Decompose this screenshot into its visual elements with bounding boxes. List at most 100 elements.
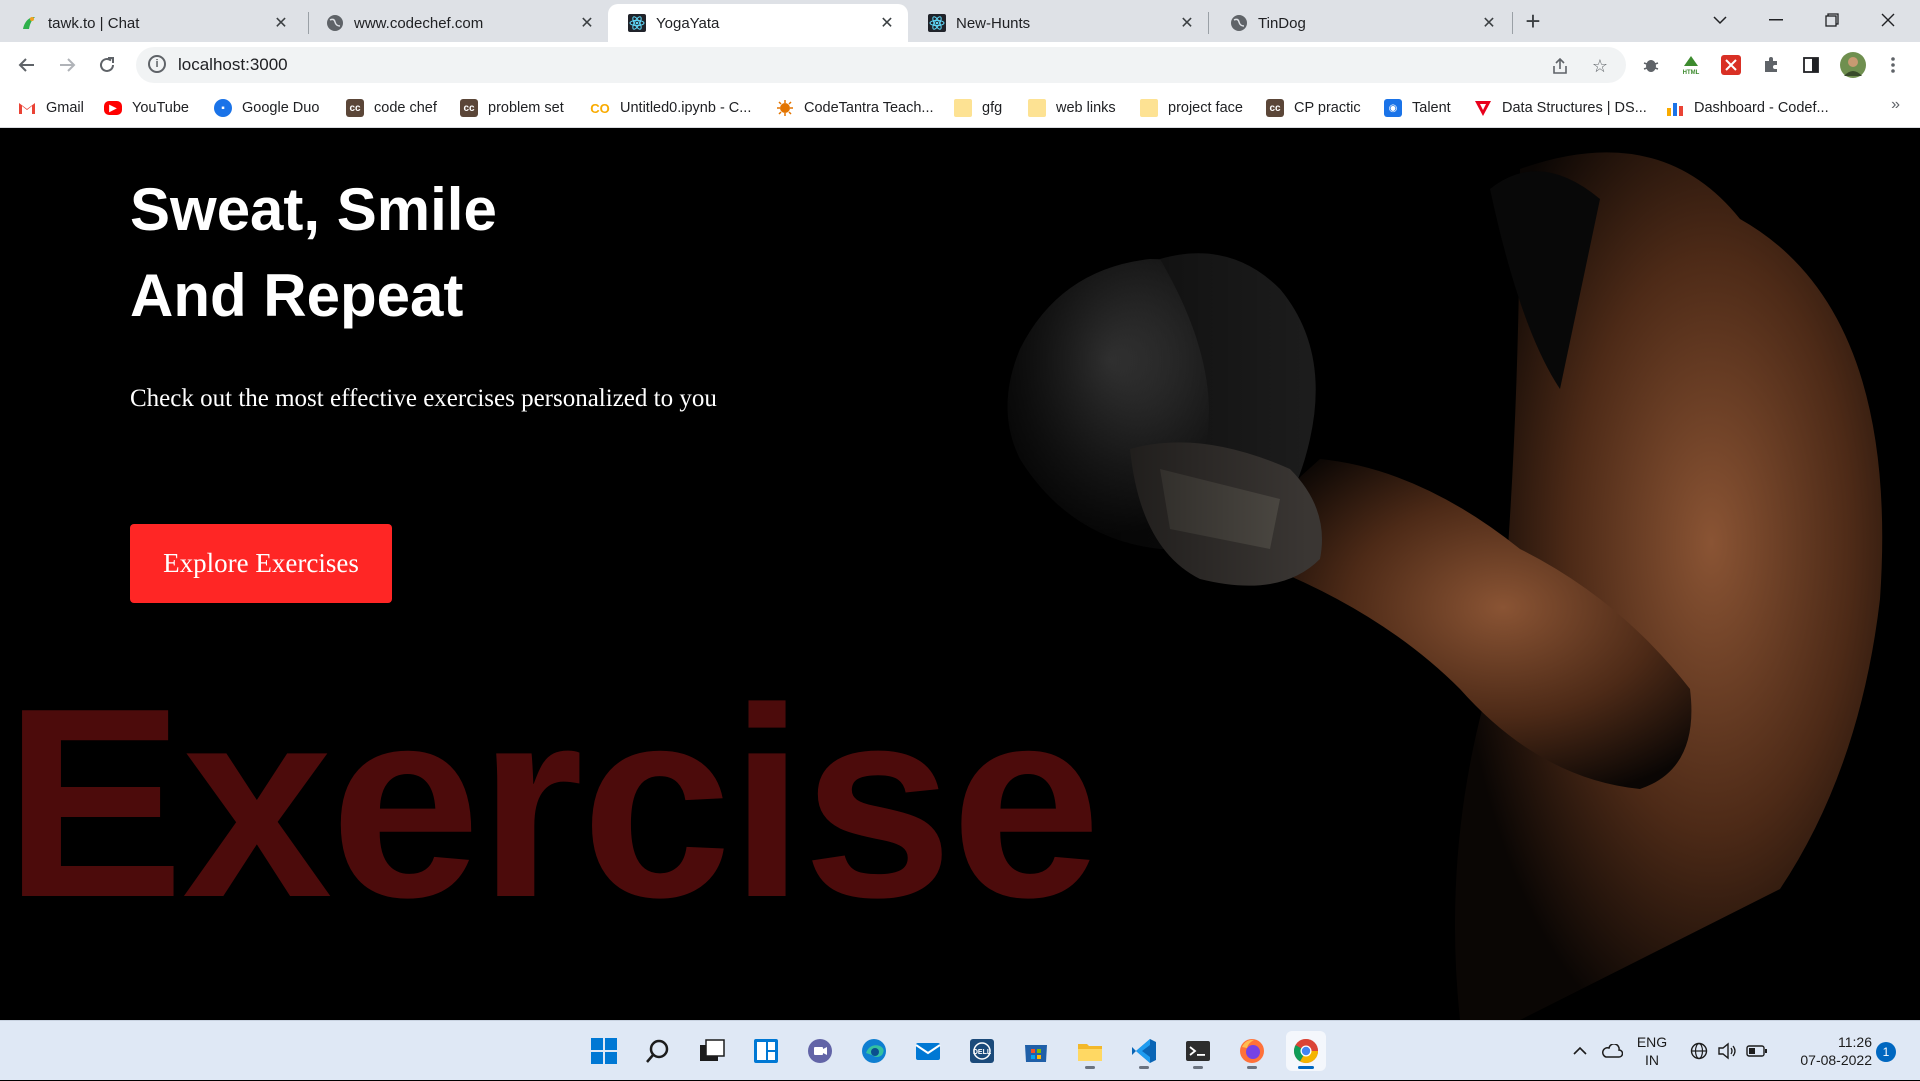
active-indicator	[1298, 1066, 1314, 1069]
bookmark-folder-web-links[interactable]: web links	[1028, 96, 1116, 120]
bookmark-youtube[interactable]: ▶ YouTube	[104, 96, 189, 120]
bookmark-label: project face	[1168, 100, 1243, 116]
file-explorer-icon[interactable]	[1070, 1031, 1110, 1071]
close-window-button[interactable]	[1860, 0, 1916, 40]
bookmark-label: Google Duo	[242, 100, 320, 116]
react-icon	[928, 14, 946, 32]
duo-icon: ▪	[214, 99, 232, 117]
codechef-icon: cc	[460, 99, 478, 117]
bookmark-star-icon[interactable]: ☆	[1588, 54, 1612, 78]
tab-tindog[interactable]: TinDog ✕	[1210, 4, 1510, 42]
colab-icon: CO	[590, 100, 610, 116]
close-icon[interactable]: ✕	[576, 12, 598, 34]
close-icon[interactable]: ✕	[1478, 12, 1500, 34]
show-hidden-icons-chevron-icon[interactable]	[1568, 1021, 1592, 1081]
clock[interactable]: 11:26 07-08-2022	[1778, 1033, 1872, 1069]
lang-region: IN	[1645, 1052, 1659, 1068]
bookmark-colab[interactable]: CO Untitled0.ipynb - C...	[590, 96, 751, 120]
network-globe-icon[interactable]	[1686, 1021, 1712, 1081]
edge-icon[interactable]	[854, 1031, 894, 1071]
tab-divider	[1208, 12, 1209, 34]
tab-search-icon[interactable]	[1692, 0, 1748, 40]
onedrive-cloud-icon[interactable]	[1598, 1021, 1626, 1081]
red-extension-icon[interactable]	[1720, 54, 1742, 76]
bookmark-problem-set[interactable]: cc problem set	[460, 96, 564, 120]
bookmark-label: CodeTantra Teach...	[804, 100, 934, 116]
minimize-button[interactable]	[1748, 0, 1804, 40]
html-extension-icon[interactable]: HTML	[1680, 54, 1702, 76]
teams-chat-icon[interactable]	[800, 1031, 840, 1071]
bookmark-label: problem set	[488, 100, 564, 116]
new-tab-button[interactable]: +	[1518, 6, 1548, 36]
terminal-icon[interactable]	[1178, 1031, 1218, 1071]
react-icon	[628, 14, 646, 32]
clock-date: 07-08-2022	[1800, 1052, 1872, 1068]
bookmark-folder-project-face[interactable]: project face	[1140, 96, 1243, 120]
tab-tawk[interactable]: tawk.to | Chat ✕	[0, 4, 302, 42]
mail-icon[interactable]	[908, 1031, 948, 1071]
address-bar[interactable]: i localhost:3000 ☆	[136, 47, 1626, 83]
firefox-icon[interactable]	[1232, 1031, 1272, 1071]
chrome-icon[interactable]	[1286, 1031, 1326, 1071]
bookmarks-overflow-button[interactable]: »	[1891, 96, 1900, 114]
restore-button[interactable]	[1804, 0, 1860, 40]
gmail-icon	[18, 99, 36, 117]
widgets-icon[interactable]	[746, 1031, 786, 1071]
dell-icon[interactable]: DELL	[962, 1031, 1002, 1071]
tab-new-hunts[interactable]: New-Hunts ✕	[908, 4, 1208, 42]
battery-icon[interactable]	[1744, 1021, 1770, 1081]
windows-start-icon[interactable]	[584, 1031, 624, 1071]
svg-text:HTML: HTML	[1683, 70, 1700, 76]
bookmark-cp-practic[interactable]: cc CP practic	[1266, 96, 1361, 120]
bookmark-gmail[interactable]: Gmail	[18, 96, 84, 120]
forward-button[interactable]	[52, 50, 82, 80]
input-language-indicator[interactable]: ENG IN	[1636, 1033, 1668, 1069]
tab-codechef[interactable]: www.codechef.com ✕	[306, 4, 608, 42]
reload-button[interactable]	[92, 50, 122, 80]
bug-extension-icon[interactable]	[1640, 54, 1662, 76]
bookmark-talent[interactable]: ◉ Talent	[1384, 96, 1451, 120]
bookmark-codetantra[interactable]: CodeTantra Teach...	[776, 96, 934, 120]
explore-exercises-button[interactable]: Explore Exercises	[130, 524, 392, 603]
side-panel-icon[interactable]	[1800, 54, 1822, 76]
close-icon[interactable]: ✕	[1176, 12, 1198, 34]
folder-icon	[954, 99, 972, 117]
codechef-icon: cc	[1266, 99, 1284, 117]
tab-title: YogaYata	[656, 14, 720, 32]
bookmark-label: code chef	[374, 100, 437, 116]
share-icon[interactable]	[1548, 54, 1572, 78]
menu-kebab-icon[interactable]	[1882, 54, 1904, 76]
running-indicator	[1247, 1066, 1257, 1069]
tab-yogayata[interactable]: YogaYata ✕	[608, 4, 908, 42]
volume-icon[interactable]	[1714, 1021, 1740, 1081]
codechef-icon: cc	[346, 99, 364, 117]
hero-subtitle: Check out the most effective exercises p…	[130, 385, 717, 412]
bookmarks-bar: Gmail ▶ YouTube ▪ Google Duo cc code che…	[0, 88, 1920, 128]
bookmark-data-structures[interactable]: Data Structures | DS...	[1474, 96, 1647, 120]
svg-text:DELL: DELL	[973, 1049, 992, 1056]
close-icon[interactable]: ✕	[876, 12, 898, 34]
globe-icon	[326, 14, 344, 32]
close-icon[interactable]: ✕	[270, 12, 292, 34]
bookmark-label: Talent	[1412, 100, 1451, 116]
bookmark-code-chef[interactable]: cc code chef	[346, 96, 437, 120]
dashboard-icon	[1666, 99, 1684, 117]
bookmark-folder-gfg[interactable]: gfg	[954, 96, 1002, 120]
tab-divider	[1512, 12, 1513, 34]
bookmark-dashboard[interactable]: Dashboard - Codef...	[1666, 96, 1829, 120]
search-icon[interactable]	[638, 1031, 678, 1071]
folder-icon	[1140, 99, 1158, 117]
puzzle-extensions-icon[interactable]	[1760, 54, 1782, 76]
page-viewport: Sweat, Smile And Repeat Check out the mo…	[0, 129, 1920, 1020]
notification-badge[interactable]: 1	[1876, 1042, 1896, 1062]
tab-title: www.codechef.com	[354, 14, 484, 32]
task-view-icon[interactable]	[692, 1031, 732, 1071]
bookmark-google-duo[interactable]: ▪ Google Duo	[214, 96, 319, 120]
background-exercise-word: Exercise	[4, 653, 1101, 954]
vscode-icon[interactable]	[1124, 1031, 1164, 1071]
info-icon[interactable]: i	[148, 55, 166, 73]
back-button[interactable]	[12, 50, 42, 80]
microsoft-store-icon[interactable]	[1016, 1031, 1056, 1071]
profile-avatar[interactable]	[1840, 52, 1866, 78]
codetantra-icon	[776, 99, 794, 117]
